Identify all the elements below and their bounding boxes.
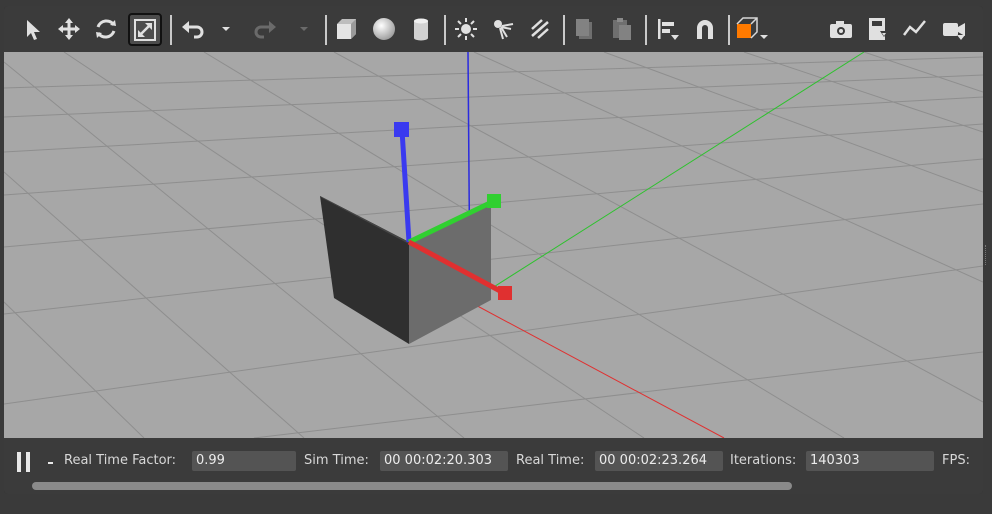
log-icon[interactable] bbox=[862, 14, 894, 44]
copy-icon[interactable] bbox=[568, 14, 600, 44]
box-shape-icon[interactable] bbox=[330, 14, 362, 44]
real-time-field: 00 00:02:23.264 bbox=[595, 451, 723, 471]
real-time-factor-field: 0.99 bbox=[192, 451, 296, 471]
step-button[interactable] bbox=[48, 462, 53, 464]
horizontal-scrollbar[interactable] bbox=[32, 482, 792, 490]
toolbar-separator bbox=[728, 15, 730, 45]
gazebo-window: Real Time Factor: 0.99 Sim Time: 00 00:0… bbox=[4, 6, 983, 494]
undo-history-icon[interactable] bbox=[216, 14, 236, 44]
toolbar-separator bbox=[170, 15, 172, 45]
status-bar: Real Time Factor: 0.99 Sim Time: 00 00:0… bbox=[4, 438, 983, 494]
toolbar-separator bbox=[645, 15, 647, 45]
world-axes bbox=[467, 52, 865, 438]
ground-grid bbox=[4, 52, 983, 438]
toolbar bbox=[4, 6, 983, 53]
plot-icon[interactable] bbox=[899, 14, 931, 44]
view-angle-icon[interactable] bbox=[733, 14, 773, 44]
iterations-label: Iterations: bbox=[730, 453, 797, 468]
real-time-factor-label: Real Time Factor: bbox=[64, 453, 177, 468]
fps-label: FPS: bbox=[942, 453, 970, 468]
real-time-label: Real Time: bbox=[516, 453, 585, 468]
directional-light-icon[interactable] bbox=[524, 14, 556, 44]
paste-icon[interactable] bbox=[605, 14, 637, 44]
align-icon[interactable] bbox=[651, 14, 683, 44]
screenshot-icon[interactable] bbox=[825, 14, 857, 44]
video-record-icon[interactable] bbox=[938, 14, 970, 44]
toolbar-separator bbox=[444, 15, 446, 45]
resize-grip[interactable] bbox=[985, 245, 990, 265]
translate-icon[interactable] bbox=[53, 14, 85, 44]
toolbar-separator bbox=[325, 15, 327, 45]
toolbar-separator bbox=[563, 15, 565, 45]
spot-light-icon[interactable] bbox=[487, 14, 519, 44]
scale-icon[interactable] bbox=[128, 13, 162, 46]
rotate-icon[interactable] bbox=[90, 14, 122, 44]
select-arrow-icon[interactable] bbox=[17, 14, 49, 44]
sim-time-label: Sim Time: bbox=[304, 453, 369, 468]
undo-icon[interactable] bbox=[176, 14, 208, 44]
sim-time-field: 00 00:02:20.303 bbox=[380, 451, 508, 471]
pause-button[interactable] bbox=[17, 452, 33, 472]
3d-viewport[interactable] bbox=[4, 52, 983, 438]
scrollbar-thumb[interactable] bbox=[32, 482, 792, 490]
point-light-icon[interactable] bbox=[450, 14, 482, 44]
redo-history-icon[interactable] bbox=[294, 14, 314, 44]
sphere-shape-icon[interactable] bbox=[368, 14, 400, 44]
snap-icon[interactable] bbox=[689, 14, 721, 44]
redo-icon[interactable] bbox=[250, 14, 282, 44]
cylinder-shape-icon[interactable] bbox=[405, 14, 437, 44]
iterations-field: 140303 bbox=[806, 451, 934, 471]
